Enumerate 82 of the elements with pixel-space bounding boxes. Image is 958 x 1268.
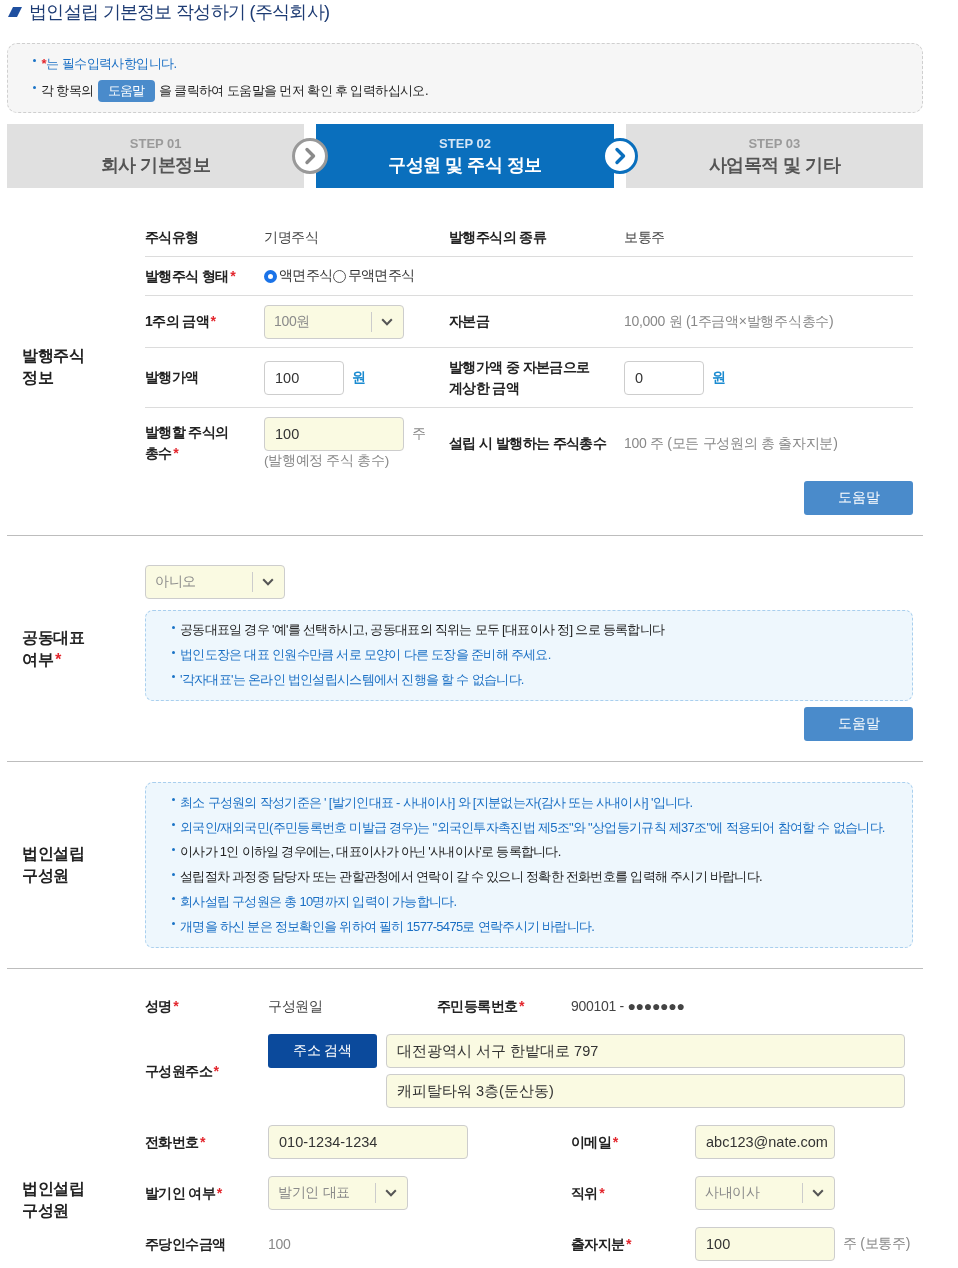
- bullet-icon: [172, 625, 175, 629]
- address-search-button[interactable]: 주소 검색: [268, 1034, 377, 1069]
- section-label: 공동대표 여부*: [22, 628, 85, 668]
- chevron-down-icon: [812, 1189, 824, 1198]
- bullet-icon: [172, 897, 175, 901]
- field-value: 10,000 원 (1주금액×발행주식총수): [624, 313, 834, 329]
- section-label: 법인설립 구성원: [22, 845, 85, 885]
- bullet-icon: [172, 798, 175, 802]
- field-label: 성명*: [145, 997, 178, 1014]
- field-value: 100 주 (모든 구성원의 총 출자지분): [624, 434, 838, 451]
- notice-text: 는 필수입력사항입니다.: [46, 54, 177, 73]
- section-label: 발행주식 정보: [22, 347, 85, 386]
- info-text: 최소 구성원의 작성기준은 ' [발기인대표 - 사내이사] 와 [지분없는자(감사 또는 사내이사] '입니다.: [180, 793, 693, 812]
- chevron-down-icon: [262, 578, 274, 586]
- radio-option[interactable]: 무액면주식: [332, 267, 415, 285]
- field-label: 발행가액: [145, 369, 199, 385]
- field-label: 자본금: [449, 313, 490, 329]
- field-value: 900101 - ●●●●●●●: [571, 998, 685, 1015]
- info-text: 법인도장은 대표 인원수만큼 서로 모양이 다른 도장을 준비해 주세요.: [180, 646, 551, 665]
- field-label: 구성원주소*: [145, 1062, 218, 1079]
- notice-text: 을 클릭하여 도움말을 먼저 확인 후 입력하십시오.: [158, 81, 428, 100]
- notice-text: 각 항목의: [41, 81, 94, 100]
- info-text: 공동대표일 경우 '예'를 선택하시고, 공동대표의 직위는 모두 [대표이사 정] 으로 등록합니다: [180, 621, 665, 640]
- text-field[interactable]: 대전광역시 서구 한밭대로 797: [386, 1034, 905, 1069]
- info-text: 설립절차 과정중 담당자 또는 관할관청에서 연락이 갈 수 있으니 정확한 전화번호를 입력해 주시기 바랍니다.: [180, 868, 762, 887]
- info-text: '각자대표'는 온라인 법인설립시스템에서 진행을 할 수 없습니다.: [180, 671, 524, 689]
- field-label: 발행가액 중 자본금으로 계상한 금액: [449, 358, 590, 396]
- field-value: 보통주: [624, 229, 666, 245]
- field-label: 직위*: [571, 1184, 604, 1201]
- text-field[interactable]: abc123@nate.com: [695, 1125, 835, 1160]
- text-field[interactable]: 010-1234-1234: [268, 1125, 468, 1160]
- field-label: 이메일*: [571, 1133, 618, 1150]
- page-title: 법인설립 기본정보 작성하기 (주식회사): [29, 1, 330, 24]
- text-field[interactable]: 100: [695, 1227, 835, 1262]
- field-label: 출자지분*: [571, 1235, 631, 1252]
- bullet-icon: [172, 823, 175, 827]
- text-field[interactable]: 100: [264, 416, 404, 451]
- chevron-down-icon: [385, 1189, 397, 1198]
- bullet-icon: [172, 650, 175, 654]
- bullet-icon: [172, 675, 175, 679]
- field-value: 기명주식: [264, 229, 319, 245]
- unit-label: 원: [712, 368, 726, 387]
- bullet-icon: [172, 922, 175, 926]
- help-button[interactable]: 도움말: [804, 707, 913, 742]
- step-tab[interactable]: STEP 01 회사 기본정보: [7, 124, 305, 188]
- select-field[interactable]: 아니오: [145, 565, 285, 599]
- unit-label: 주 (보통주): [843, 1235, 911, 1254]
- bullet-icon: [33, 59, 36, 62]
- hint-text: (발행예정 주식 총수): [264, 451, 389, 470]
- field-label: 주당인수금액: [145, 1235, 226, 1252]
- text-field[interactable]: 0: [624, 360, 704, 395]
- field-value: 100: [268, 1236, 291, 1253]
- chevron-down-icon: [381, 317, 393, 326]
- field-label: 설립 시 발행하는 주식총수: [449, 434, 607, 451]
- slanted-bar-icon: [8, 7, 22, 17]
- field-label: 발행할 주식의 총수*: [145, 424, 229, 461]
- bullet-icon: [172, 847, 175, 851]
- unit-label: 주: [412, 424, 426, 443]
- section-label: 법인설립 구성원: [22, 1180, 85, 1220]
- unit-label: 원: [352, 368, 366, 387]
- field-label: 발행주식의 종류: [449, 229, 547, 245]
- field-label: 주민등록번호*: [437, 997, 524, 1014]
- text-field[interactable]: 캐피탈타워 3층(둔산동): [386, 1074, 905, 1109]
- field-value: 구성원일: [268, 997, 323, 1014]
- step-tab[interactable]: STEP 02 구성원 및 주식 정보: [316, 124, 614, 188]
- radio-option[interactable]: 액면주식: [264, 267, 333, 285]
- help-badge: 도움말: [97, 79, 155, 102]
- help-button[interactable]: 도움말: [804, 481, 913, 515]
- field-label: 1주의 금액*: [145, 313, 215, 329]
- bullet-icon: [33, 86, 36, 89]
- field-label: 전화번호*: [145, 1133, 205, 1150]
- step-tab[interactable]: STEP 03 사업목적 및 기타: [625, 124, 923, 188]
- info-text: 개명을 하신 분은 정보확인을 위하여 필히 1577-5475로 연락주시기 바랍니다.: [180, 917, 595, 936]
- text-field[interactable]: 100: [264, 360, 344, 395]
- required-mark: *: [41, 56, 46, 71]
- field-label: 발행주식 형태*: [145, 267, 235, 284]
- field-label: 주식유형: [145, 229, 199, 245]
- bullet-icon: [172, 872, 175, 876]
- info-text: 이사가 1인 이하일 경우에는, 대표이사가 아닌 '사내이사'로 등록합니다.: [180, 843, 561, 862]
- field-label: 발기인 여부*: [145, 1184, 222, 1201]
- info-text: 회사설립 구성원은 총 10명까지 입력이 가능합니다.: [180, 892, 457, 911]
- info-text: 외국인/재외국민(주민등록번호 미발급 경우)는 "외국인투자촉진법 제5조"와 "상업등기규칙 제37조"에 적용되어 참여할 수 없습니다.: [180, 818, 885, 837]
